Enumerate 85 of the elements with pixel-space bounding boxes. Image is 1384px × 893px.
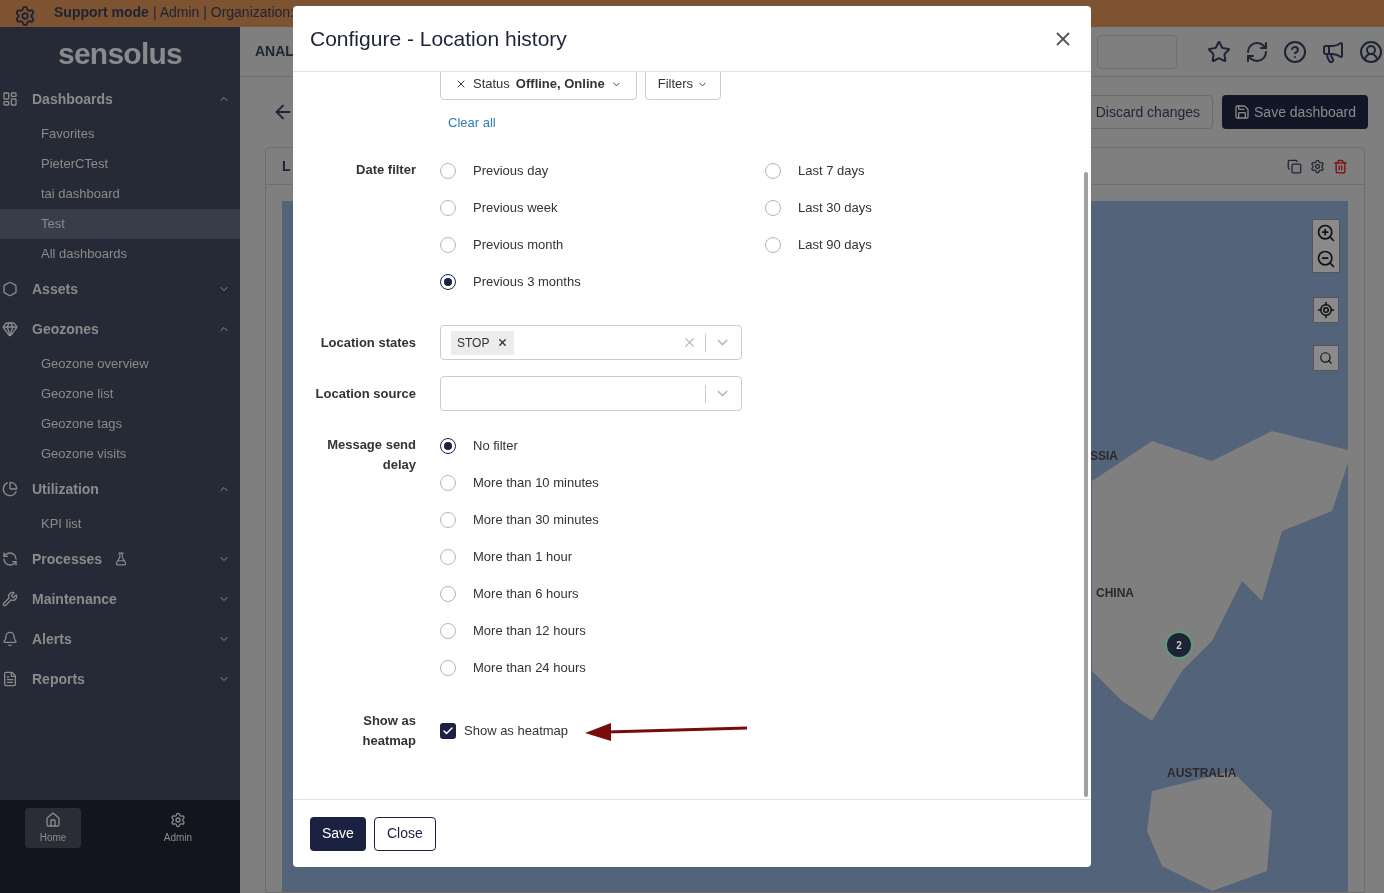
trash-icon[interactable] xyxy=(1333,158,1348,174)
radio-label: Previous week xyxy=(473,198,558,217)
select-field[interactable]: STOP xyxy=(440,325,742,360)
user-icon[interactable] xyxy=(1359,39,1383,64)
wrench-icon xyxy=(2,591,18,607)
sidebar-item[interactable]: Geozone tags xyxy=(0,409,240,439)
sidebar-item[interactable]: Geozone list xyxy=(0,379,240,409)
help-icon[interactable] xyxy=(1283,39,1307,64)
field-label: Message send delay xyxy=(326,436,416,474)
radio-label: Previous month xyxy=(473,235,564,254)
field-label: Location states xyxy=(319,333,416,352)
widget-title: L xyxy=(282,156,291,176)
sidebar-item[interactable]: All dashboards xyxy=(0,239,240,269)
sidebar-section[interactable]: Reports xyxy=(0,659,240,699)
sidebar-item[interactable]: Favorites xyxy=(0,119,240,149)
radio-label: More than 24 hours xyxy=(473,658,586,677)
footer-nav-item[interactable]: Home xyxy=(25,808,81,848)
sidebar-section[interactable]: Assets xyxy=(0,269,240,309)
map-label: AUSTRALIA xyxy=(1167,765,1237,782)
filters-dropdown[interactable]: Filters xyxy=(644,72,722,100)
radio-label: Previous day xyxy=(473,161,549,180)
remove-icon xyxy=(455,78,467,90)
sidebar-section[interactable]: Maintenance xyxy=(0,579,240,619)
close-button[interactable]: Close xyxy=(373,816,436,851)
sidebar-item[interactable]: tai dashboard xyxy=(0,179,240,209)
scrollbar[interactable] xyxy=(1084,172,1088,797)
filter-chip[interactable]: Status Offline, Online xyxy=(440,72,637,100)
radio-label: More than 10 minutes xyxy=(473,473,599,492)
tag[interactable]: STOP xyxy=(451,330,515,355)
page-title: ANAL xyxy=(255,42,294,61)
sidebar-item[interactable]: Geozone visits xyxy=(0,439,240,469)
support-mode: Support mode xyxy=(54,3,149,22)
radio-label: Last 30 days xyxy=(798,198,872,217)
clear-icon[interactable] xyxy=(682,335,697,350)
pie-chart-icon xyxy=(2,481,18,497)
banner-info: | Admin | Organization: xyxy=(152,3,294,22)
radio-label: No filter xyxy=(473,436,518,455)
save-button[interactable]: Save xyxy=(310,816,366,851)
radio-label: Last 90 days xyxy=(798,235,872,254)
select-field[interactable] xyxy=(440,376,742,411)
map-label: CHINA xyxy=(1096,585,1134,602)
logo: sensolus xyxy=(57,35,183,72)
modal-title: Configure - Location history xyxy=(310,25,567,52)
field-label: Location source xyxy=(314,384,416,403)
field-label: Show as heatmap xyxy=(361,712,416,750)
diamond-icon xyxy=(2,321,18,337)
sidebar-section[interactable]: Processes xyxy=(0,539,240,579)
radio-label: Last 7 days xyxy=(798,161,865,180)
bell-icon xyxy=(2,631,18,647)
sidebar-item[interactable]: PieterCTest xyxy=(0,149,240,179)
sidebar-section[interactable]: Dashboards xyxy=(0,79,240,119)
settings-icon[interactable] xyxy=(1310,158,1325,174)
star-icon[interactable] xyxy=(1207,39,1231,64)
gear-icon xyxy=(170,811,186,828)
sidebar-section[interactable]: Utilization xyxy=(0,469,240,509)
save-dashboard-button[interactable]: Save dashboard xyxy=(1222,95,1368,129)
radio-label: More than 12 hours xyxy=(473,621,586,640)
megaphone-icon[interactable] xyxy=(1321,39,1345,64)
dashboard-icon xyxy=(2,91,18,107)
sidebar-item[interactable]: KPI list xyxy=(0,509,240,539)
checkbox[interactable] xyxy=(440,723,456,739)
footer-nav-item[interactable]: Admin xyxy=(150,808,206,848)
map-label: SSIA xyxy=(1090,448,1118,465)
radio-label: More than 30 minutes xyxy=(473,510,599,529)
cycle-icon xyxy=(2,551,18,567)
field-label: Date filter xyxy=(355,161,416,179)
flask-icon xyxy=(114,552,129,566)
zoom-extent-icon[interactable] xyxy=(1313,345,1339,371)
remove-icon[interactable] xyxy=(497,337,509,348)
sidebar-section[interactable]: Geozones xyxy=(0,309,240,349)
sidebar-item[interactable]: Test xyxy=(0,209,240,239)
home-icon xyxy=(45,811,61,828)
hexagon-icon xyxy=(2,281,18,297)
locate-icon[interactable] xyxy=(1313,297,1339,323)
clear-all-link[interactable]: Clear all xyxy=(448,115,496,130)
radio-label: More than 6 hours xyxy=(473,584,579,603)
checkbox-label: Show as heatmap xyxy=(464,722,569,741)
radio-label: More than 1 hour xyxy=(473,547,572,566)
document-icon xyxy=(2,671,18,687)
radio-label: Previous 3 months xyxy=(473,272,581,291)
sidebar-section[interactable]: Alerts xyxy=(0,619,240,659)
checkmark-icon xyxy=(442,725,454,737)
sidebar-item[interactable]: Geozone overview xyxy=(0,349,240,379)
refresh-icon[interactable] xyxy=(1245,39,1269,64)
duplicate-icon[interactable] xyxy=(1287,158,1302,174)
